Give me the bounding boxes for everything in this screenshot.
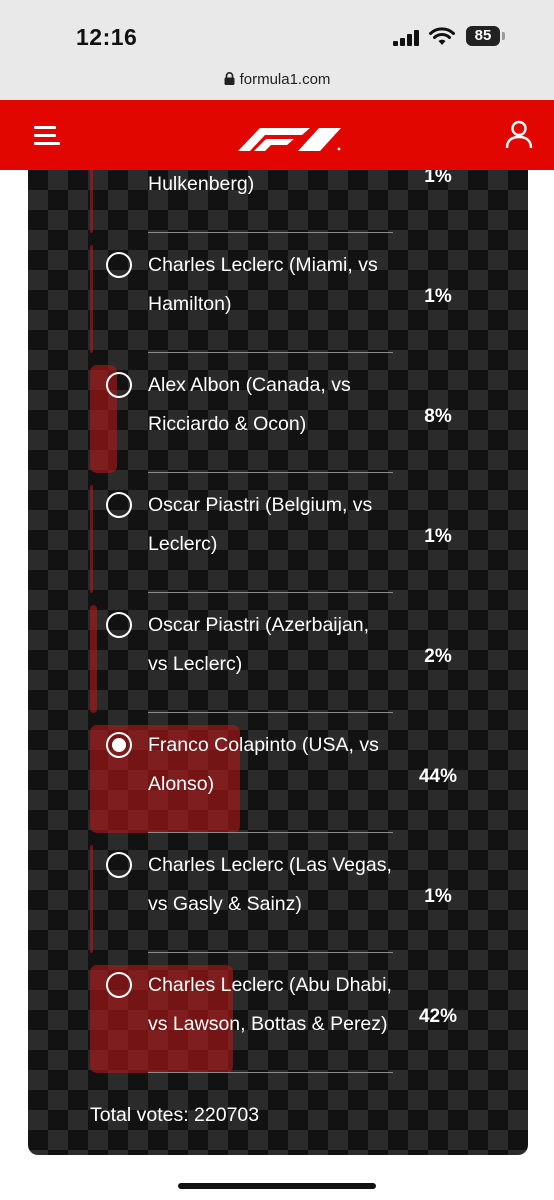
lock-icon bbox=[224, 72, 235, 85]
option-label-line1: Oscar Piastri (Belgium, vs bbox=[148, 494, 373, 516]
radio-button[interactable] bbox=[106, 612, 132, 638]
option-divider bbox=[148, 232, 393, 233]
option-label-line1: Oscar Piastri (Azerbaijan, bbox=[148, 614, 370, 636]
vote-percentage: 8% bbox=[424, 406, 452, 427]
option-divider bbox=[148, 472, 393, 473]
vote-percentage: 42% bbox=[418, 1006, 458, 1027]
vote-percentage: 1% bbox=[424, 286, 452, 307]
vote-percentage: 1% bbox=[424, 170, 452, 187]
option-label-line2: Leclerc) bbox=[148, 533, 218, 555]
option-label-line2: Hulkenberg) bbox=[148, 173, 255, 195]
cellular-signal-icon bbox=[393, 30, 419, 46]
f1-logo[interactable] bbox=[236, 120, 342, 152]
vote-percentage: 1% bbox=[424, 526, 452, 547]
home-indicator bbox=[178, 1183, 376, 1189]
option-divider bbox=[148, 952, 393, 953]
option-divider bbox=[148, 832, 393, 833]
user-icon[interactable] bbox=[505, 120, 533, 150]
option-label-line2: vs Leclerc) bbox=[148, 653, 243, 675]
radio-button[interactable] bbox=[106, 252, 132, 278]
option-divider bbox=[148, 592, 393, 593]
hamburger-menu-icon[interactable] bbox=[34, 124, 60, 146]
vote-percentage: 1% bbox=[424, 886, 452, 907]
option-label-line2: Ricciardo & Ocon) bbox=[148, 413, 307, 435]
vote-share-bar bbox=[90, 245, 94, 353]
vote-share-bar bbox=[90, 605, 97, 713]
option-label-line1: Franco Colapinto (USA, vs bbox=[148, 734, 379, 756]
total-votes: Total votes: 220703 bbox=[90, 1104, 260, 1126]
option-divider bbox=[148, 352, 393, 353]
poll-results: Hulkenberg) 1% Charles Leclerc (Miami, vs H… bbox=[28, 170, 528, 1155]
vote-share-bar bbox=[90, 170, 94, 233]
option-label-line1: Charles Leclerc (Abu Dhabi, bbox=[148, 974, 392, 996]
vote-percentage: 2% bbox=[424, 646, 452, 667]
option-label-line1: Charles Leclerc (Miami, vs bbox=[148, 254, 378, 276]
battery-icon: 85 bbox=[466, 26, 500, 46]
radio-button[interactable] bbox=[106, 972, 132, 998]
option-label-line2: Alonso) bbox=[148, 773, 215, 795]
radio-button[interactable] bbox=[106, 492, 132, 518]
vote-share-bar bbox=[90, 485, 94, 593]
url-text: formula1.com bbox=[239, 71, 331, 88]
option-label-line2: vs Lawson, Bottas & Perez) bbox=[148, 1013, 388, 1035]
radio-button[interactable] bbox=[106, 852, 132, 878]
option-divider bbox=[148, 1072, 393, 1073]
address-bar[interactable]: formula1.com bbox=[0, 71, 554, 88]
option-label-line1: Charles Leclerc (Las Vegas, bbox=[148, 854, 392, 876]
option-label-line2: Hamilton) bbox=[148, 293, 232, 315]
vote-share-bar bbox=[90, 845, 94, 953]
clock: 12:16 bbox=[76, 24, 138, 50]
vote-percentage: 44% bbox=[418, 766, 458, 787]
radio-button[interactable] bbox=[106, 732, 132, 758]
status-bar: 12:16 85 formula1.com bbox=[0, 0, 554, 100]
option-label-line1: Alex Albon (Canada, vs bbox=[148, 374, 351, 396]
radio-button[interactable] bbox=[106, 372, 132, 398]
wifi-icon bbox=[429, 27, 455, 45]
option-label-line2: vs Gasly & Sainz) bbox=[148, 893, 302, 915]
option-divider bbox=[148, 712, 393, 713]
battery-tip bbox=[502, 32, 505, 40]
